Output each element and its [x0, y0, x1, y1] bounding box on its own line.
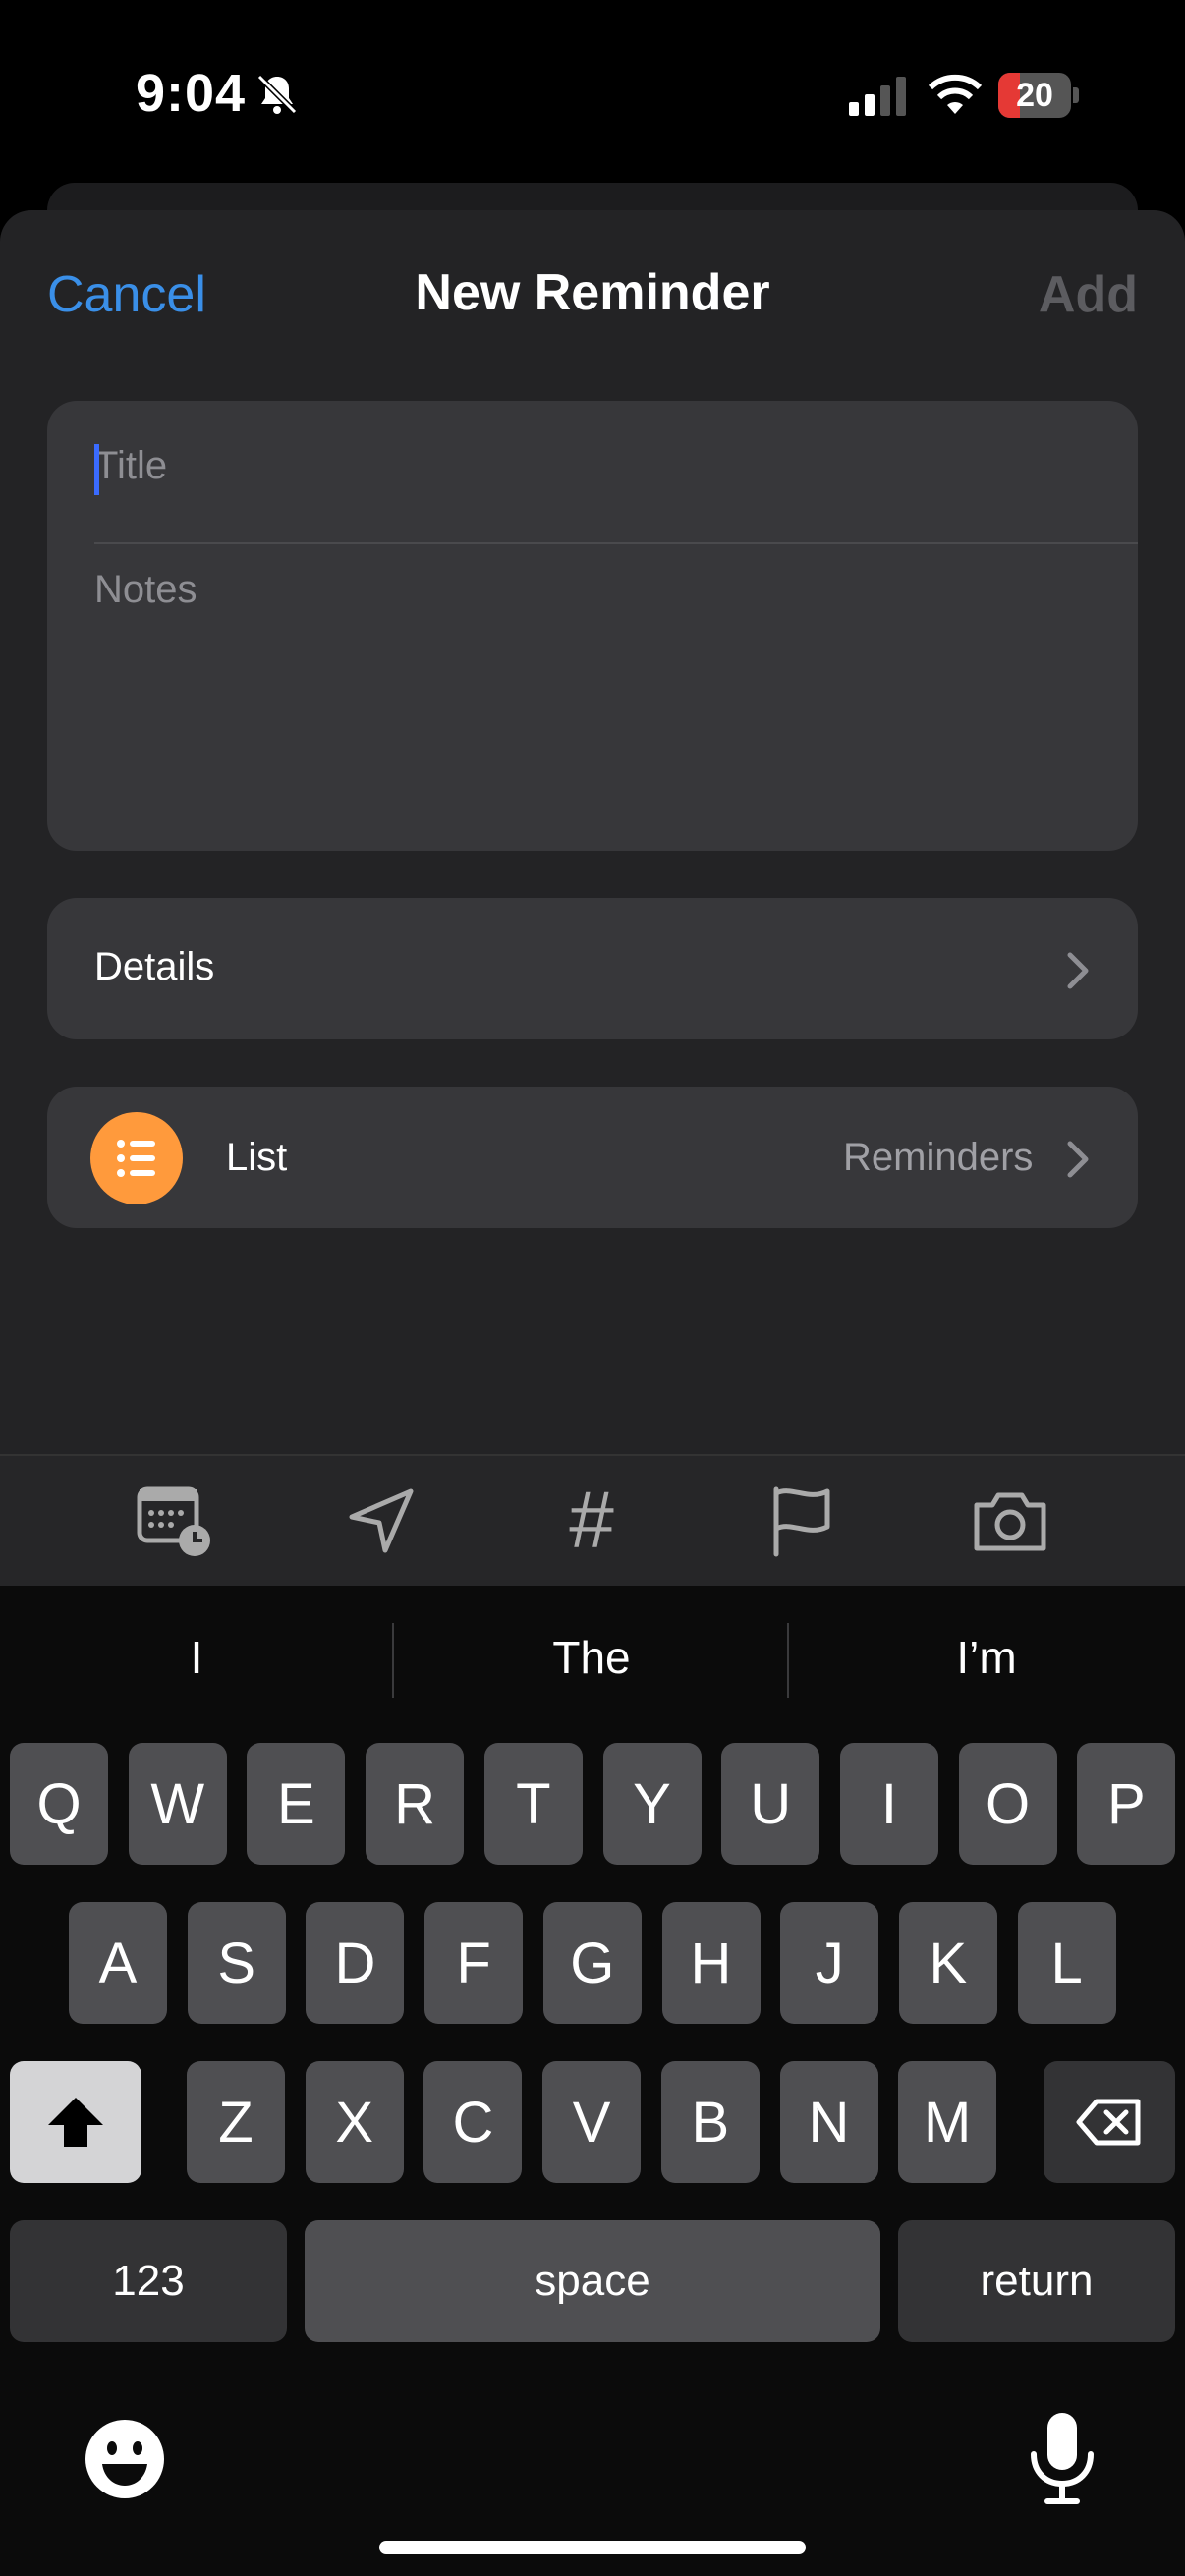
- camera-icon[interactable]: [969, 1480, 1051, 1562]
- wifi-icon: [928, 74, 983, 114]
- delete-key[interactable]: [1044, 2061, 1175, 2183]
- text-cursor: [94, 444, 99, 495]
- home-indicator: [379, 2541, 806, 2554]
- shift-key[interactable]: [10, 2061, 141, 2183]
- status-time: 9:04: [136, 64, 247, 123]
- key-t[interactable]: T: [483, 1743, 583, 1865]
- flag-icon[interactable]: [761, 1480, 843, 1562]
- space-key[interactable]: space: [305, 2220, 880, 2342]
- key-g[interactable]: G: [542, 1902, 642, 2024]
- key-b[interactable]: B: [660, 2061, 760, 2183]
- hashtag-icon[interactable]: #: [550, 1480, 633, 1562]
- key-m[interactable]: M: [898, 2061, 997, 2183]
- location-arrow-icon[interactable]: [340, 1480, 423, 1562]
- key-h[interactable]: H: [661, 1902, 761, 2024]
- list-label: List: [226, 1136, 288, 1179]
- shift-arrow-icon: [48, 2098, 103, 2147]
- key-z[interactable]: Z: [187, 2061, 285, 2183]
- suggestion-divider: [392, 1623, 394, 1698]
- key-q[interactable]: Q: [10, 1743, 108, 1865]
- title-field[interactable]: Title: [94, 444, 167, 488]
- key-y[interactable]: Y: [602, 1743, 702, 1865]
- chevron-right-icon: [1067, 952, 1089, 989]
- key-f[interactable]: F: [424, 1902, 524, 2024]
- key-j[interactable]: J: [780, 1902, 879, 2024]
- key-n[interactable]: N: [779, 2061, 878, 2183]
- numbers-key[interactable]: 123: [10, 2220, 287, 2342]
- list-bullet-icon: [90, 1112, 183, 1204]
- emoji-icon[interactable]: [83, 2417, 167, 2501]
- key-i[interactable]: I: [839, 1743, 938, 1865]
- key-p[interactable]: P: [1077, 1743, 1176, 1865]
- list-value: Reminders: [843, 1136, 1034, 1179]
- divider: [94, 542, 1138, 544]
- suggestion-3[interactable]: I’m: [800, 1631, 1173, 1684]
- cellular-signal-icon: [849, 77, 906, 116]
- key-l[interactable]: L: [1017, 1902, 1116, 2024]
- add-button[interactable]: Add: [1039, 265, 1138, 324]
- key-a[interactable]: A: [69, 1902, 167, 2024]
- key-w[interactable]: W: [128, 1743, 227, 1865]
- return-key[interactable]: return: [898, 2220, 1175, 2342]
- key-v[interactable]: V: [542, 2061, 642, 2183]
- page-title: New Reminder: [415, 264, 770, 321]
- key-k[interactable]: K: [898, 1902, 997, 2024]
- battery-indicator: 20: [998, 73, 1079, 118]
- title-notes-card: [47, 401, 1138, 851]
- key-u[interactable]: U: [721, 1743, 820, 1865]
- key-x[interactable]: X: [305, 2061, 404, 2183]
- details-label: Details: [94, 945, 215, 988]
- key-e[interactable]: E: [247, 1743, 346, 1865]
- notes-field[interactable]: Notes: [94, 568, 198, 612]
- key-d[interactable]: D: [306, 1902, 405, 2024]
- bell-slash-icon: [256, 74, 298, 115]
- key-s[interactable]: S: [187, 1902, 286, 2024]
- suggestion-1[interactable]: I: [10, 1631, 383, 1684]
- key-o[interactable]: O: [958, 1743, 1057, 1865]
- suggestion-2[interactable]: The: [405, 1631, 778, 1684]
- key-r[interactable]: R: [366, 1743, 465, 1865]
- chevron-right-icon: [1067, 1141, 1089, 1178]
- suggestion-divider: [787, 1623, 789, 1698]
- key-c[interactable]: C: [423, 2061, 523, 2183]
- backspace-icon: [1076, 2099, 1141, 2146]
- microphone-icon[interactable]: [1022, 2409, 1102, 2507]
- battery-level: 20: [1016, 77, 1053, 114]
- calendar-clock-icon[interactable]: [134, 1480, 216, 1562]
